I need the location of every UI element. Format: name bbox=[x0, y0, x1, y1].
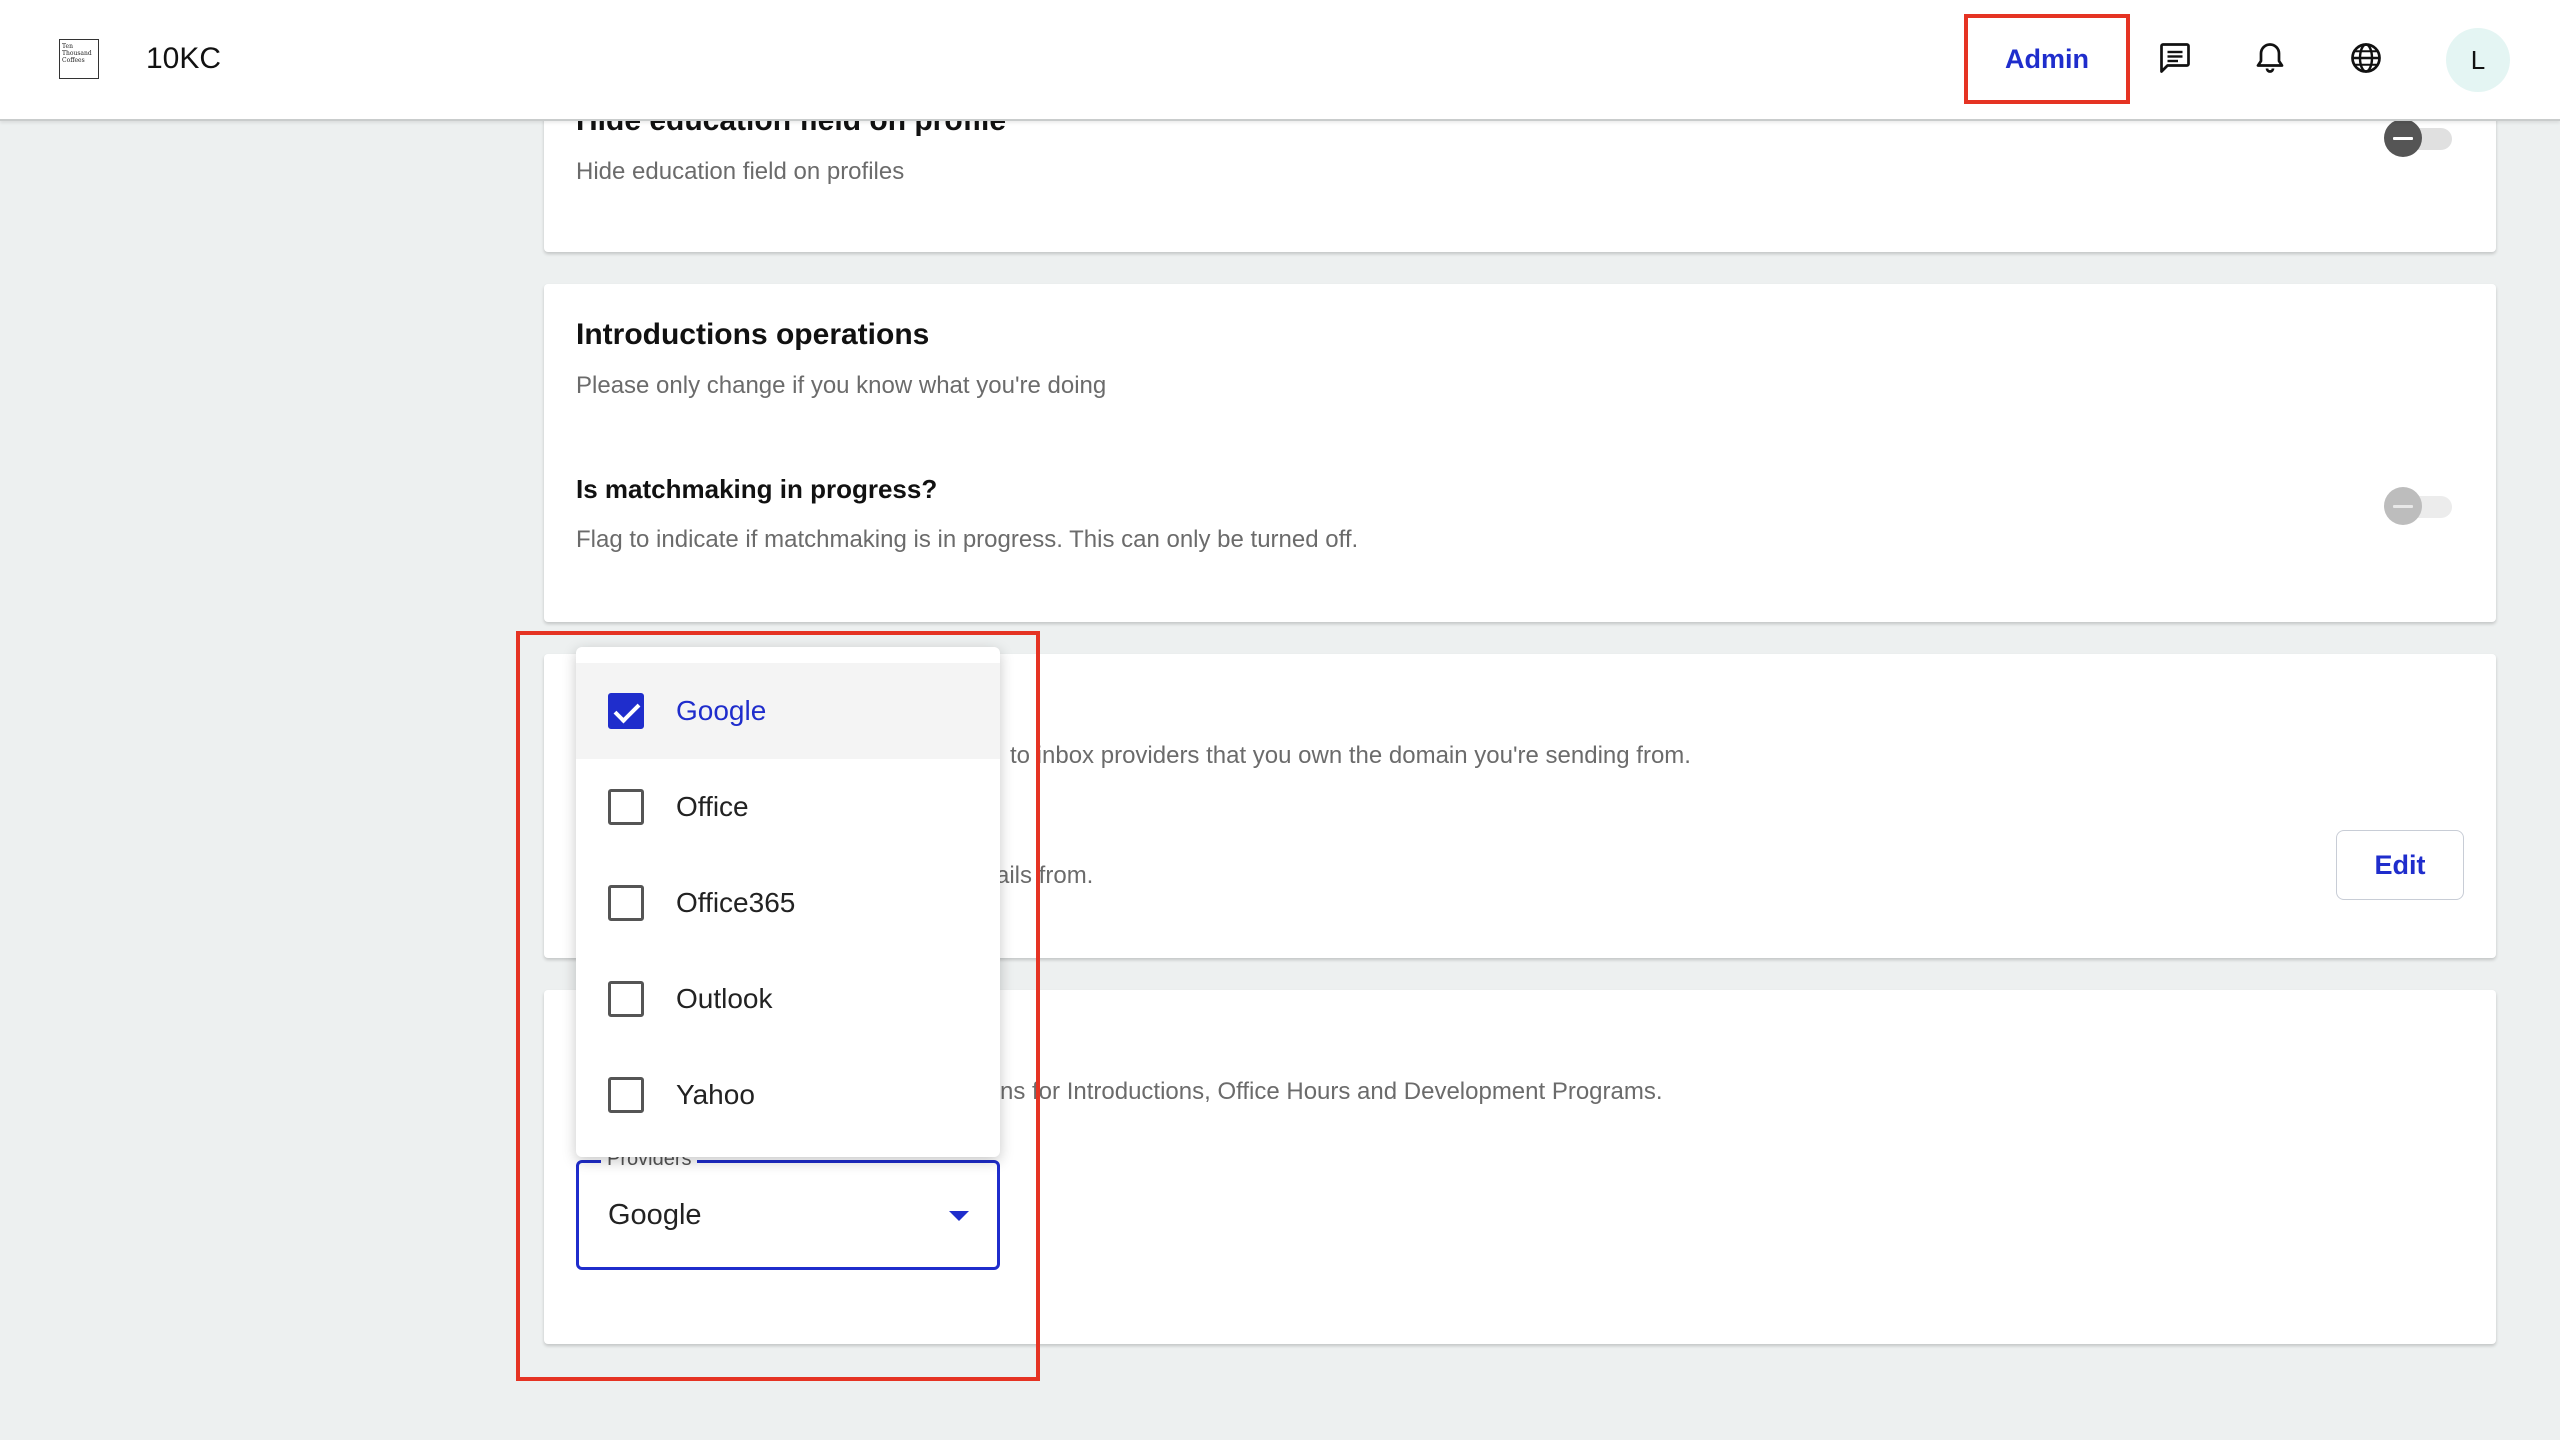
chat-icon[interactable] bbox=[2157, 40, 2193, 76]
logo[interactable]: Ten Thousand Coffees bbox=[59, 39, 99, 79]
checkbox-icon[interactable] bbox=[608, 1077, 644, 1113]
top-bar: Ten Thousand Coffees 10KC Admin L bbox=[0, 0, 2560, 121]
globe-icon[interactable] bbox=[2348, 40, 2384, 76]
matchmaking-description: Flag to indicate if matchmaking is in pr… bbox=[576, 526, 1359, 553]
caret-down-icon bbox=[949, 1211, 969, 1221]
education-setting-description: Hide education field on profiles bbox=[576, 158, 905, 185]
matchmaking-toggle[interactable] bbox=[2384, 486, 2456, 526]
provider-option-google[interactable]: Google bbox=[576, 663, 1000, 759]
provider-option-yahoo[interactable]: Yahoo bbox=[576, 1047, 1000, 1143]
provider-option-office[interactable]: Office bbox=[576, 759, 1000, 855]
introductions-operations-description: Please only change if you know what you'… bbox=[576, 372, 1107, 399]
calendar-providers-description: ns for Introductions, Office Hours and D… bbox=[1000, 1078, 1663, 1105]
providers-dropdown-menu: Google Office Office365 Outlook Yahoo bbox=[576, 647, 1000, 1157]
checkbox-checked-icon[interactable] bbox=[608, 693, 644, 729]
email-domain-secondary: ails from. bbox=[996, 862, 1094, 889]
introductions-operations-card: Introductions operations Please only cha… bbox=[544, 284, 2496, 622]
provider-option-outlook[interactable]: Outlook bbox=[576, 951, 1000, 1047]
matchmaking-label: Is matchmaking in progress? bbox=[576, 474, 938, 504]
edit-button[interactable]: Edit bbox=[2336, 830, 2464, 900]
avatar[interactable]: L bbox=[2446, 28, 2510, 92]
provider-option-label: Outlook bbox=[676, 983, 773, 1014]
admin-button[interactable]: Admin bbox=[1964, 14, 2130, 104]
introductions-operations-title: Introductions operations bbox=[576, 318, 930, 351]
provider-option-label: Office bbox=[676, 791, 749, 822]
providers-select-value: Google bbox=[608, 1199, 702, 1231]
checkbox-icon[interactable] bbox=[608, 789, 644, 825]
brand-name[interactable]: 10KC bbox=[146, 42, 221, 76]
checkbox-icon[interactable] bbox=[608, 885, 644, 921]
email-domain-description: to inbox providers that you own the doma… bbox=[1010, 742, 1691, 769]
provider-option-label: Google bbox=[676, 695, 767, 726]
provider-option-label: Office365 bbox=[676, 887, 796, 918]
checkbox-icon[interactable] bbox=[608, 981, 644, 1017]
provider-option-label: Yahoo bbox=[676, 1079, 755, 1110]
provider-option-office365[interactable]: Office365 bbox=[576, 855, 1000, 951]
providers-select[interactable]: Providers Google bbox=[576, 1147, 1000, 1270]
education-toggle[interactable] bbox=[2384, 118, 2456, 158]
bell-icon[interactable] bbox=[2252, 40, 2288, 76]
